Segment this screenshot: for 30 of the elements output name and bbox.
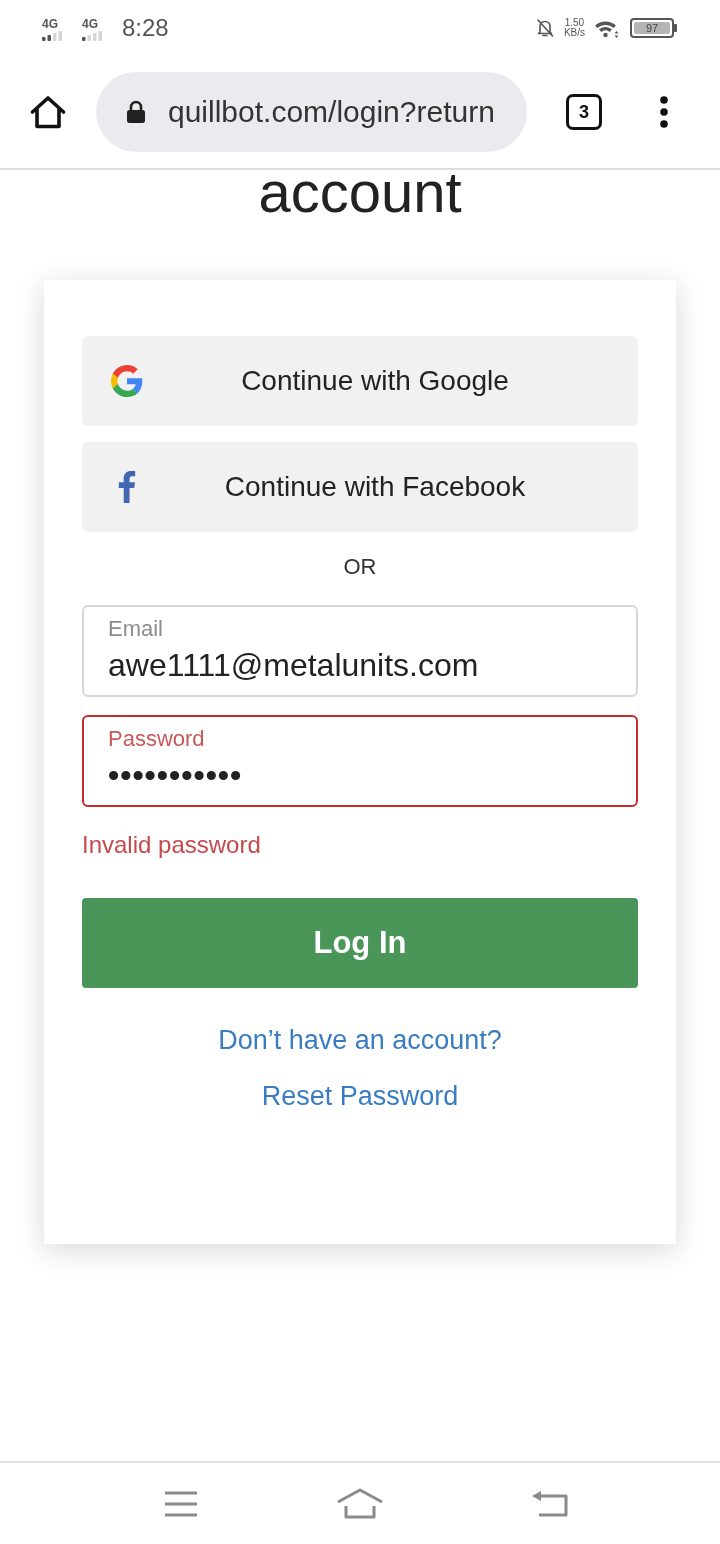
url-text: quillbot.com/login?return bbox=[168, 95, 495, 129]
address-bar[interactable]: quillbot.com/login?return bbox=[96, 72, 527, 152]
menu-icon[interactable] bbox=[164, 1489, 198, 1518]
clock-time: 8:28 bbox=[122, 14, 169, 42]
signal-icon bbox=[42, 30, 64, 41]
network-speed-text: 1.50 KB/s bbox=[563, 18, 585, 38]
tab-switcher-button[interactable]: 3 bbox=[566, 94, 602, 130]
house-outline-icon[interactable] bbox=[336, 1487, 384, 1520]
google-sign-in-button[interactable]: Continue with Google bbox=[82, 336, 638, 426]
lock-icon bbox=[126, 100, 146, 124]
wifi-icon bbox=[594, 18, 619, 38]
f-logo-icon bbox=[118, 471, 136, 503]
home-icon[interactable] bbox=[30, 94, 66, 130]
g-logo-icon bbox=[111, 365, 143, 397]
network-type-label: 4G bbox=[82, 17, 98, 31]
page-heading: account bbox=[258, 170, 462, 214]
password-field[interactable]: Password ••••••••••• bbox=[82, 715, 638, 807]
signal-icon bbox=[82, 30, 104, 41]
facebook-sign-in-button[interactable]: Continue with Facebook bbox=[82, 442, 638, 532]
log-in-button[interactable]: Log In bbox=[82, 898, 638, 988]
or-separator: OR bbox=[343, 554, 377, 580]
email-field[interactable]: Email awe1111@metalunits.com bbox=[82, 605, 638, 697]
kebab-menu-icon[interactable] bbox=[660, 96, 668, 128]
bell-off-icon bbox=[535, 18, 554, 38]
back-arrow-icon[interactable] bbox=[531, 1489, 569, 1518]
sign-up-link[interactable]: Don’t have an account? bbox=[218, 1024, 502, 1056]
battery-indicator: 97 bbox=[630, 18, 677, 38]
network-type-label: 4G bbox=[42, 17, 58, 31]
error-message: Invalid password bbox=[82, 831, 261, 859]
reset-password-link[interactable]: Reset Password bbox=[261, 1080, 459, 1112]
